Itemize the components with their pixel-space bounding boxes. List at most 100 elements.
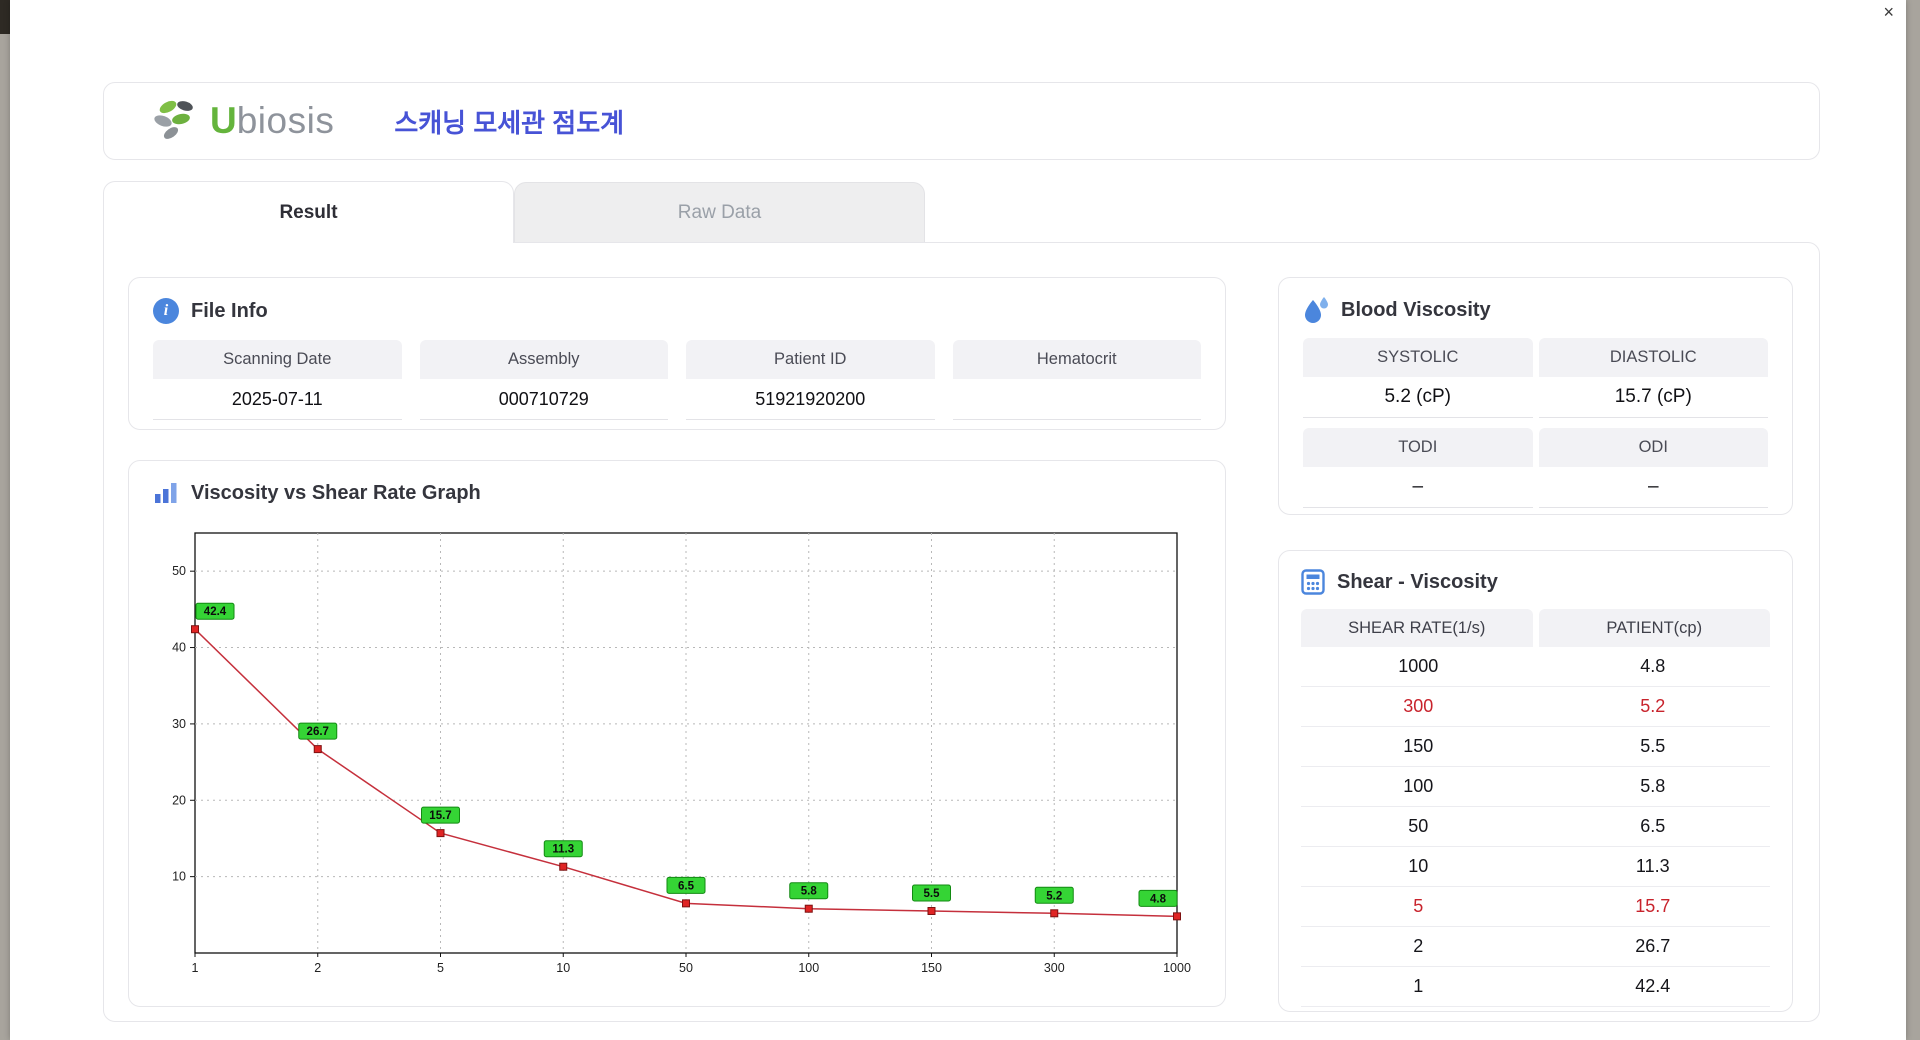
- patient-cell: 5.5: [1640, 736, 1666, 756]
- diastolic-value: 15.7 (cP): [1538, 377, 1768, 418]
- graph-title: Viscosity vs Shear Rate Graph: [191, 481, 481, 504]
- table-row: 100 5.8: [1301, 767, 1770, 807]
- svg-text:42.4: 42.4: [204, 606, 227, 618]
- odi-header: ODI: [1538, 428, 1768, 467]
- svg-text:50: 50: [172, 564, 186, 578]
- systolic-value: 5.2 (cP): [1303, 377, 1533, 418]
- table-row: 150 5.5: [1301, 727, 1770, 767]
- shear-rate-cell: 300: [1403, 696, 1434, 716]
- patient-cell: 4.8: [1640, 656, 1666, 676]
- diastolic-header: DIASTOLIC: [1538, 338, 1768, 377]
- file-info-title: File Info: [191, 299, 268, 322]
- shear-rate-column-header: SHEAR RATE(1/s): [1301, 609, 1533, 647]
- shear-table-body: 1000 4.8 300 5.2 150 5.5 100 5.8 50 6.5 …: [1301, 647, 1770, 1007]
- svg-text:5.5: 5.5: [924, 888, 941, 900]
- field-value-scanning-date: 2025-07-11: [153, 379, 402, 420]
- patient-column-header: PATIENT(cp): [1538, 609, 1770, 647]
- svg-text:40: 40: [172, 641, 186, 655]
- close-icon[interactable]: ×: [1883, 3, 1894, 21]
- svg-text:1: 1: [192, 961, 199, 975]
- patient-cell: 26.7: [1635, 936, 1671, 956]
- shear-table-header: SHEAR RATE(1/s) PATIENT(cp): [1301, 609, 1770, 647]
- svg-text:100: 100: [798, 961, 819, 975]
- patient-cell: 5.2: [1640, 696, 1666, 716]
- table-row: 2 26.7: [1301, 927, 1770, 967]
- shear-rate-cell: 5: [1413, 896, 1424, 916]
- table-row: 50 6.5: [1301, 807, 1770, 847]
- calculator-icon: [1301, 569, 1325, 595]
- field-value-hematocrit: [952, 379, 1201, 420]
- blood-viscosity-title: Blood Viscosity: [1341, 298, 1491, 321]
- result-content-card: i File Info Scanning Date Assembly Patie…: [103, 242, 1820, 1022]
- tab-raw-data[interactable]: Raw Data: [514, 182, 925, 242]
- table-row: 5 15.7: [1301, 887, 1770, 927]
- shear-rate-cell: 10: [1408, 856, 1429, 876]
- blood-viscosity-header: Blood Viscosity: [1303, 296, 1768, 324]
- svg-text:5: 5: [437, 961, 444, 975]
- logo-text-rest: biosis: [236, 100, 335, 141]
- app-title-korean: 스캐닝 모세관 점도계: [394, 107, 625, 138]
- svg-text:5.8: 5.8: [801, 886, 818, 898]
- svg-text:2: 2: [314, 961, 321, 975]
- svg-text:50: 50: [679, 961, 693, 975]
- info-icon: i: [153, 298, 179, 324]
- patient-cell: 11.3: [1635, 856, 1670, 876]
- shear-viscosity-panel: Shear - Viscosity SHEAR RATE(1/s) PATIEN…: [1278, 550, 1793, 1012]
- shear-rate-cell: 50: [1408, 816, 1429, 836]
- patient-cell: 6.5: [1640, 816, 1666, 836]
- chart-area: 10 20 30 40 50 1 2 5 10 50 100 150 300 1000 42.4 26.7 15…: [153, 517, 1201, 992]
- patient-cell: 42.4: [1635, 976, 1671, 996]
- bar-chart-icon: [155, 483, 177, 503]
- svg-text:15.7: 15.7: [429, 810, 451, 822]
- svg-text:26.7: 26.7: [307, 726, 329, 738]
- file-info-header: i File Info: [153, 298, 1201, 324]
- shear-rate-cell: 1: [1413, 976, 1424, 996]
- todi-value: –: [1303, 467, 1533, 508]
- logo-text-u: U: [210, 100, 237, 141]
- todi-header: TODI: [1303, 428, 1533, 467]
- table-row: 1 42.4: [1301, 967, 1770, 1007]
- shear-rate-cell: 1000: [1398, 656, 1439, 676]
- svg-text:10: 10: [172, 870, 186, 884]
- svg-text:150: 150: [921, 961, 942, 975]
- logo-leaves-icon: [154, 100, 193, 139]
- tab-result[interactable]: Result: [103, 181, 514, 243]
- graph-header: Viscosity vs Shear Rate Graph: [153, 481, 1201, 505]
- shear-viscosity-title: Shear - Viscosity: [1337, 570, 1498, 593]
- field-value-assembly: 000710729: [419, 379, 668, 420]
- viscosity-graph-panel: Viscosity vs Shear Rate Graph 10 20 30 40 50…: [128, 460, 1226, 1007]
- svg-text:6.5: 6.5: [678, 880, 695, 892]
- blood-viscosity-row-1: SYSTOLIC DIASTOLIC 5.2 (cP) 15.7 (cP): [1303, 338, 1768, 418]
- svg-text:4.8: 4.8: [1150, 893, 1167, 905]
- app-header: Ubiosis 스캐닝 모세관 점도계: [103, 82, 1820, 160]
- shear-rate-cell: 2: [1413, 936, 1424, 956]
- svg-text:30: 30: [172, 717, 186, 731]
- svg-text:20: 20: [172, 793, 186, 807]
- odi-value: –: [1538, 467, 1768, 508]
- water-drop-icon: [1305, 297, 1328, 323]
- logo-text: Ubiosis: [210, 100, 334, 142]
- table-row: 10 11.3: [1301, 847, 1770, 887]
- file-info-fields: Scanning Date Assembly Patient ID Hemato…: [153, 340, 1201, 420]
- svg-text:11.3: 11.3: [552, 844, 574, 856]
- patient-cell: 15.7: [1635, 896, 1671, 916]
- field-label-assembly: Assembly: [419, 340, 668, 379]
- blood-viscosity-row-2: TODI ODI – –: [1303, 428, 1768, 508]
- svg-text:300: 300: [1044, 961, 1065, 975]
- svg-text:10: 10: [556, 961, 570, 975]
- systolic-header: SYSTOLIC: [1303, 338, 1533, 377]
- shear-viscosity-header: Shear - Viscosity: [1301, 569, 1770, 595]
- shear-rate-cell: 100: [1403, 776, 1434, 796]
- window-titlebar: ×: [10, 0, 1906, 26]
- file-info-panel: i File Info Scanning Date Assembly Patie…: [128, 277, 1226, 430]
- field-label-hematocrit: Hematocrit: [952, 340, 1201, 379]
- patient-cell: 5.8: [1640, 776, 1666, 796]
- ubiosis-logo: Ubiosis: [152, 98, 334, 144]
- table-row: 300 5.2: [1301, 687, 1770, 727]
- field-label-scanning-date: Scanning Date: [153, 340, 402, 379]
- field-label-patient-id: Patient ID: [686, 340, 935, 379]
- field-value-patient-id: 51921920200: [686, 379, 935, 420]
- shear-rate-cell: 150: [1403, 736, 1434, 756]
- blood-viscosity-panel: Blood Viscosity SYSTOLIC DIASTOLIC 5.2 (…: [1278, 277, 1793, 515]
- table-row: 1000 4.8: [1301, 647, 1770, 687]
